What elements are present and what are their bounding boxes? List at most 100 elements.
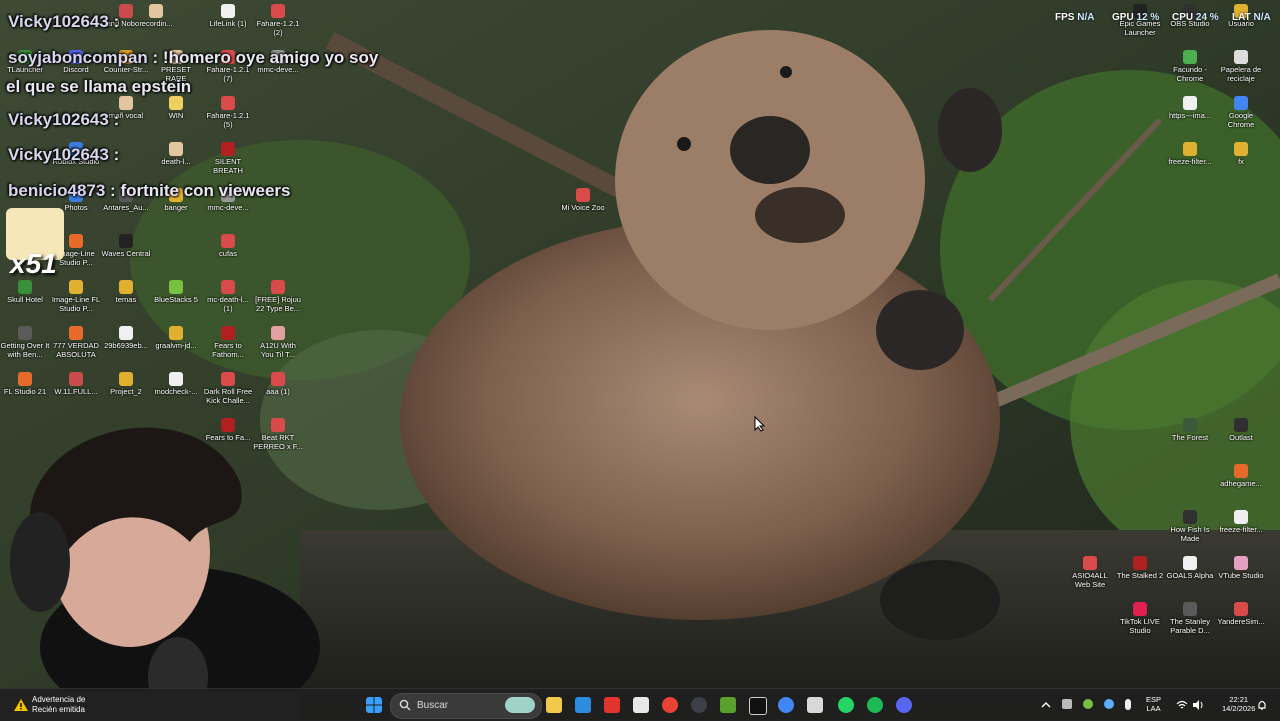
- desktop-icon[interactable]: temas: [101, 280, 151, 305]
- desktop-icon[interactable]: LifeLink (1): [203, 4, 253, 29]
- desktop-icon[interactable]: ASIO4ALL Web Site: [1065, 556, 1115, 589]
- desktop-icon[interactable]: freeze-filter...: [1216, 510, 1266, 535]
- app-icon: [807, 697, 823, 713]
- desktop-icon[interactable]: mc-death-l... (1): [203, 280, 253, 313]
- desktop-icon[interactable]: [FREE] Rojuu 22 Type Be...: [253, 280, 303, 313]
- desktop-icon[interactable]: Image-Line FL Studio P...: [51, 280, 101, 313]
- desktop-icon[interactable]: freeze-filter...: [1165, 142, 1215, 167]
- capcut-icon: [749, 697, 767, 715]
- desktop-icon-label: LifeLink (1): [209, 19, 247, 28]
- chat-text: fortnite con vieweers: [115, 181, 291, 200]
- app-icon: [1183, 556, 1197, 570]
- desktop-icon[interactable]: WIN: [151, 96, 201, 121]
- search-highlight-icon: [505, 697, 535, 713]
- desktop-icon[interactable]: Facundo - Chrome: [1165, 50, 1215, 83]
- taskbar-wps[interactable]: [600, 693, 624, 717]
- clock[interactable]: 22:21 14/2/2026: [1222, 695, 1255, 713]
- desktop-icon[interactable]: W.11.FULL...: [51, 372, 101, 397]
- desktop-icon-label: TikTok LIVE Studio: [1120, 617, 1160, 635]
- hud-gpu-label: GPU: [1112, 12, 1134, 23]
- notifications-icon[interactable]: [1256, 699, 1268, 711]
- desktop-icon[interactable]: Fahare-1.2.1 (5): [203, 96, 253, 129]
- desktop-icon[interactable]: Project_2: [101, 372, 151, 397]
- desktop-icon-label: Image-Line FL Studio P...: [51, 295, 101, 313]
- taskbar-minecraft[interactable]: [716, 693, 740, 717]
- windows-logo-icon: [366, 697, 382, 713]
- taskbar-store[interactable]: [629, 693, 653, 717]
- desktop-icon-label: mmc-deve...: [207, 203, 249, 212]
- desktop-icon[interactable]: Fahare-1.2.1 (2): [253, 4, 303, 37]
- desktop-icon[interactable]: modcheck-...: [151, 372, 201, 397]
- taskbar-capcut[interactable]: [745, 693, 769, 717]
- desktop-icon[interactable]: A12U With You Til T...: [253, 326, 303, 359]
- desktop-icon[interactable]: FL Studio 21: [0, 372, 50, 397]
- desktop-icon[interactable]: Google Chrome: [1216, 96, 1266, 129]
- tray-app-icon[interactable]: [1083, 699, 1093, 709]
- app-icon: [119, 96, 133, 110]
- chevron-up-icon[interactable]: [1040, 699, 1052, 711]
- desktop-icon[interactable]: Getting Over It with Ben...: [0, 326, 50, 359]
- desktop-icon-label: aaa (1): [266, 387, 290, 396]
- app-icon: [1183, 96, 1197, 110]
- chat-separator: :: [108, 110, 120, 129]
- desktop-icon-label: recordin...: [139, 19, 173, 28]
- desktop-icon[interactable]: YandereSim...: [1216, 602, 1266, 627]
- taskbar-whatsapp[interactable]: [834, 693, 858, 717]
- app-icon: [221, 372, 235, 386]
- taskbar-chrome-2[interactable]: [774, 693, 798, 717]
- desktop-icon-label: FL Studio 21: [3, 387, 47, 396]
- desktop-icon[interactable]: Mi Voice Zoo: [558, 188, 608, 213]
- desktop-icon[interactable]: https---ima...: [1165, 96, 1215, 121]
- notification-title: Advertencia de: [32, 695, 86, 704]
- tray-app-icon[interactable]: [1104, 699, 1114, 709]
- taskbar-vscode[interactable]: [571, 693, 595, 717]
- steam-icon: [691, 697, 707, 713]
- taskbar-steam[interactable]: [687, 693, 711, 717]
- desktop-icon[interactable]: Fears to Fathom...: [203, 326, 253, 359]
- taskbar-discord[interactable]: [892, 693, 916, 717]
- microphone-icon[interactable]: [1125, 699, 1131, 710]
- desktop-icon[interactable]: Dark Roll Free Kick Challe...: [203, 372, 253, 405]
- taskbar-app[interactable]: [803, 693, 827, 717]
- desktop-icon[interactable]: adhegame...: [1216, 464, 1266, 489]
- tray-app-icon[interactable]: [1062, 699, 1072, 709]
- desktop-icon[interactable]: graalvm-jd...: [151, 326, 201, 351]
- desktop-icon[interactable]: Waves Central: [101, 234, 151, 259]
- search-box[interactable]: Buscar: [390, 693, 542, 719]
- desktop-icon[interactable]: Papelera de reciclaje: [1216, 50, 1266, 83]
- desktop-icon[interactable]: The Stanley Parable D...: [1165, 602, 1215, 635]
- desktop-icon[interactable]: GOALS Alpha: [1165, 556, 1215, 581]
- desktop-icon[interactable]: BlueStacks 5: [151, 280, 201, 305]
- desktop-icon[interactable]: SILENT BREATH: [203, 142, 253, 175]
- desktop-icon[interactable]: Outlast: [1216, 418, 1266, 443]
- desktop-icon[interactable]: cufas: [203, 234, 253, 259]
- desktop-icon[interactable]: The Stalked 2: [1115, 556, 1165, 581]
- volume-icon[interactable]: [1192, 699, 1204, 711]
- hud-cpu-value: 24 %: [1195, 12, 1219, 23]
- desktop-icon[interactable]: fx: [1216, 142, 1266, 167]
- desktop-icon[interactable]: How Fish Is Made: [1165, 510, 1215, 543]
- desktop-icon[interactable]: aaa (1): [253, 372, 303, 397]
- wifi-icon[interactable]: [1176, 699, 1188, 711]
- hud-cpu-label: CPU: [1172, 12, 1194, 23]
- app-icon: [1183, 142, 1197, 156]
- desktop-icon[interactable]: TikTok LIVE Studio: [1115, 602, 1165, 635]
- desktop-icon[interactable]: Skull Hotel: [0, 280, 50, 305]
- desktop-icon[interactable]: death-l...: [151, 142, 201, 167]
- chat-separator: :: [147, 48, 159, 67]
- taskbar-file-explorer[interactable]: [542, 693, 566, 717]
- hud-gpu: GPU 12 %: [1112, 12, 1159, 23]
- desktop-icon[interactable]: The Forest: [1165, 418, 1215, 443]
- desktop-icon[interactable]: 29b6939eb...: [101, 326, 151, 351]
- desktop-icon-label: The Stalked 2: [1116, 571, 1164, 580]
- taskbar-spotify[interactable]: [863, 693, 887, 717]
- app-icon: [18, 372, 32, 386]
- chat-username: Vicky102643: [8, 110, 109, 129]
- start-button[interactable]: [362, 693, 386, 717]
- taskbar-chrome[interactable]: [658, 693, 682, 717]
- language-indicator[interactable]: ESP LAA: [1146, 695, 1161, 713]
- desktop-icon[interactable]: VTube Studio: [1216, 556, 1266, 581]
- notification-toast[interactable]: Advertencia de Recién emitida: [10, 693, 120, 717]
- desktop-icon[interactable]: 777 VERDAD ABSOLUTA: [51, 326, 101, 359]
- desktop-icon[interactable]: recordin...: [131, 4, 181, 29]
